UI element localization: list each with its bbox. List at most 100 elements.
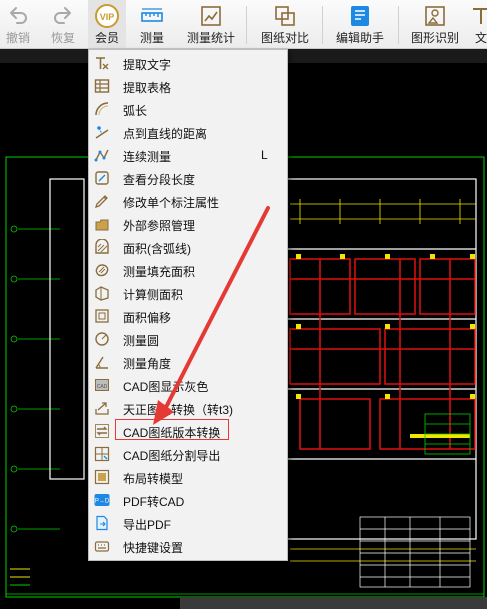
side-area-icon [95, 286, 109, 301]
shape-recognition-label: 图形识别 [410, 31, 459, 45]
split-export-icon [94, 446, 110, 462]
undo-button[interactable]: 撤销 [0, 0, 36, 48]
menu-item-label: 测量角度 [123, 357, 172, 371]
menu-item-point-line-distance[interactable]: 点到直线的距离 [89, 121, 287, 144]
menu-item-continuous-measure[interactable]: 连续测量 L [89, 144, 287, 167]
redo-label: 恢复 [50, 31, 75, 45]
shape-recognition-button[interactable]: 图形识别 [406, 0, 464, 48]
edit-assistant-icon [351, 6, 369, 26]
export-pdf-icon [96, 515, 108, 531]
vip-label: 会员 [94, 31, 119, 45]
menu-item-split-export[interactable]: CAD图纸分割导出 [89, 443, 287, 466]
toolbar-divider [322, 6, 323, 44]
menu-item-circle-measure[interactable]: 测量圆 [89, 328, 287, 351]
version-convert-icon [95, 424, 109, 438]
menu-item-segment-length[interactable]: 查看分段长度 [89, 167, 287, 190]
angle-icon [95, 356, 108, 369]
ruler-icon [141, 8, 163, 22]
menu-item-label: 导出PDF [123, 518, 172, 532]
menu-item-arc-length[interactable]: 弧长 [89, 98, 287, 121]
undo-icon [10, 7, 27, 24]
menu-item-label: 外部参照管理 [123, 219, 196, 233]
highlight-box [115, 419, 229, 440]
menu-item-pdf-cad[interactable]: P→D PDF转CAD [89, 489, 287, 512]
svg-text:CAD: CAD [97, 384, 108, 390]
edit-dimension-icon [94, 195, 108, 209]
extract-table-icon [94, 79, 110, 93]
status-strip [180, 597, 487, 609]
shape-recognition-icon [425, 6, 445, 26]
segment-length-icon [95, 171, 109, 185]
area-arc-icon [95, 239, 109, 254]
circle-measure-icon [95, 332, 109, 346]
menu-item-label: 查看分段长度 [123, 173, 196, 187]
shortcut-settings-icon [94, 541, 110, 552]
continuous-measure-icon [94, 149, 109, 162]
text-label: 文 [474, 31, 487, 45]
svg-text:VIP: VIP [100, 12, 115, 22]
vip-button[interactable]: VIP 会员 [88, 0, 126, 48]
menu-item-label: PDF转CAD [123, 495, 185, 509]
menu-item-label: CAD图纸分割导出 [123, 449, 221, 463]
toolbar-divider [398, 6, 399, 44]
menu-item-extract-text[interactable]: 提取文字 [89, 52, 287, 75]
xref-icon [95, 219, 109, 231]
menu-item-xref[interactable]: 外部参照管理 [89, 213, 287, 236]
menu-item-gray-display[interactable]: CAD CAD图显示灰色 [89, 374, 287, 397]
measure-stats-label: 测量统计 [186, 31, 235, 45]
menu-item-area-offset[interactable]: 面积偏移 [89, 305, 287, 328]
menu-item-shortcut: L [261, 148, 268, 162]
compare-button[interactable]: 图纸对比 [256, 0, 314, 48]
menu-item-extract-table[interactable]: 提取表格 [89, 75, 287, 98]
menu-item-label: 计算侧面积 [123, 288, 184, 302]
measure-button[interactable]: 测量 [132, 0, 172, 48]
point-line-distance-icon [95, 126, 109, 139]
gray-display-icon: CAD [95, 379, 109, 391]
menu-item-label: CAD图显示灰色 [123, 380, 209, 394]
menu-item-label: 修改单个标注属性 [123, 196, 220, 210]
pdf-cad-icon: P→D [94, 494, 110, 506]
measure-stats-button[interactable]: 测量统计 [182, 0, 240, 48]
menu-item-shortcut-settings[interactable]: 快捷键设置 [89, 535, 287, 558]
menu-item-label: 弧长 [123, 104, 148, 118]
menu-item-area-arc[interactable]: 面积(含弧线) [89, 236, 287, 259]
edit-assistant-label: 编辑助手 [335, 31, 384, 45]
edit-assistant-button[interactable]: 编辑助手 [330, 0, 390, 48]
compare-icon [275, 6, 295, 26]
menu-item-edit-dimension[interactable]: 修改单个标注属性 [89, 190, 287, 213]
menu-item-label: 提取文字 [123, 58, 172, 72]
toolbar-divider [246, 6, 247, 44]
menu-item-angle[interactable]: 测量角度 [89, 351, 287, 374]
measure-label: 测量 [139, 31, 164, 45]
main-toolbar: 撤销 恢复 VIP 会员 测量 测量统计 图纸对比 编辑助手 图形识别 文 [0, 0, 487, 49]
menu-item-label: 连续测量 [123, 150, 172, 164]
tangent-convert-icon [95, 402, 109, 415]
menu-item-export-pdf[interactable]: 导出PDF [89, 512, 287, 535]
menu-item-label: 测量填充面积 [123, 265, 196, 279]
redo-button[interactable]: 恢复 [44, 0, 82, 48]
menu-item-label: 提取表格 [123, 81, 172, 95]
svg-text:P→D: P→D [95, 499, 110, 505]
text-button[interactable]: 文 [472, 0, 487, 48]
menu-item-label: 点到直线的距离 [123, 127, 208, 141]
menu-item-label: 快捷键设置 [123, 541, 184, 555]
menu-item-label: 面积(含弧线) [123, 242, 191, 256]
menu-item-fill-area[interactable]: 测量填充面积 [89, 259, 287, 282]
compare-label: 图纸对比 [260, 31, 309, 45]
extract-text-icon [96, 57, 109, 70]
menu-item-label: 天正图纸转换（转t3) [123, 403, 234, 417]
undo-label: 撤销 [5, 31, 30, 45]
menu-item-side-area[interactable]: 计算侧面积 [89, 282, 287, 305]
arc-length-icon [95, 102, 109, 116]
menu-item-label: 面积偏移 [123, 311, 172, 325]
menu-item-layout-model[interactable]: 布局转模型 [89, 466, 287, 489]
area-offset-icon [95, 309, 109, 323]
redo-icon [54, 7, 71, 24]
fill-area-icon [95, 264, 109, 277]
text-icon [473, 8, 487, 24]
menu-item-tangent-convert[interactable]: 天正图纸转换（转t3) [89, 397, 287, 420]
menu-item-label: 测量圆 [123, 334, 160, 348]
vip-dropdown-menu: 提取文字 提取表格 弧长 点到直线的距离 连续测量 L 查看分段长度 修改单个标… [88, 49, 288, 561]
layout-model-icon [94, 469, 110, 485]
vip-icon: VIP [95, 4, 119, 28]
